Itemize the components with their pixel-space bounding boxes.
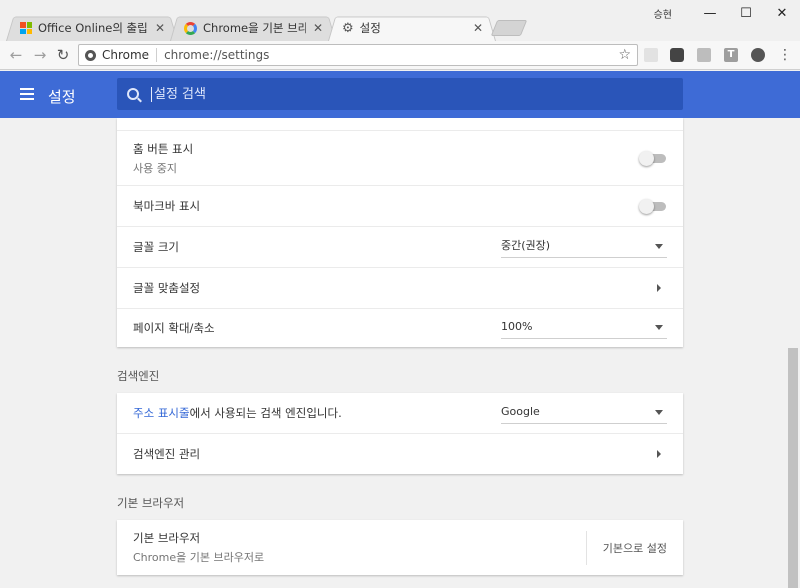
window-controls: 승현 — ☐ ✕: [654, 0, 800, 26]
tab-office-online[interactable]: Office Online의 출립 아 ✕: [6, 14, 178, 41]
bookmarks-bar-toggle[interactable]: [639, 199, 667, 214]
chevron-down-icon: [655, 410, 663, 415]
font-size-value: 중간(권장): [501, 239, 551, 252]
home-button-row[interactable]: 홈 버튼 표시 사용 중지: [117, 131, 683, 185]
customize-fonts-row[interactable]: 글꼴 맞춤설정: [117, 267, 683, 308]
default-browser-row: 기본 브라우저 Chrome을 기본 브라우저로 기본으로 설정: [117, 520, 683, 575]
page-zoom-title: 페이지 확대/축소: [133, 321, 215, 335]
profile-name[interactable]: 승현: [654, 6, 672, 21]
pocket-icon[interactable]: [670, 48, 684, 62]
browser-toolbar: ← → ↻ Chrome chrome://settings ☆ T ⋮: [0, 41, 800, 70]
tab-close-icon[interactable]: ✕: [472, 21, 484, 35]
maximize-icon[interactable]: ☐: [728, 6, 764, 21]
bookmarks-bar-row[interactable]: 북마크바 표시: [117, 185, 683, 226]
close-window-icon[interactable]: ✕: [764, 6, 800, 21]
search-engine-row: 주소 표시줄에서 사용되는 검색 엔진입니다. Google: [117, 393, 683, 433]
font-size-row: 글꼴 크기 중간(권장): [117, 226, 683, 267]
t-extension-icon[interactable]: T: [724, 48, 738, 62]
page-zoom-row: 페이지 확대/축소 100%: [117, 308, 683, 347]
url-text[interactable]: chrome://settings: [164, 48, 618, 62]
search-engine-section-title: 검색엔진: [117, 369, 160, 383]
tab-chrome-default-browser[interactable]: Chrome을 기본 브라우저 ✕: [170, 14, 336, 41]
scrollbar-thumb[interactable]: [788, 348, 798, 588]
tab-label: Office Online의 출립 아: [38, 21, 148, 35]
search-engine-card: 주소 표시줄에서 사용되는 검색 엔진입니다. Google 검색엔진 관리: [117, 393, 683, 474]
google-icon: [184, 21, 197, 35]
page-zoom-value: 100%: [501, 320, 533, 333]
forward-arrow-icon[interactable]: →: [30, 46, 50, 64]
chrome-page-icon: [85, 49, 96, 61]
tab-settings[interactable]: ⚙ 설정 ✕: [328, 14, 496, 41]
scrollbar[interactable]: [786, 118, 800, 588]
bookmark-star-icon[interactable]: ☆: [618, 47, 631, 63]
home-button-toggle[interactable]: [639, 151, 667, 166]
settings-search-input[interactable]: [151, 86, 651, 102]
page-title: 설정: [48, 88, 76, 106]
default-browser-section-title: 기본 브라우저: [117, 496, 185, 510]
search-engine-select[interactable]: Google: [501, 402, 667, 424]
address-bar-link[interactable]: 주소 표시줄: [133, 406, 190, 420]
page-zoom-select[interactable]: 100%: [501, 317, 667, 339]
back-arrow-icon[interactable]: ←: [6, 46, 26, 64]
reload-icon[interactable]: ↻: [53, 46, 73, 64]
new-tab-button[interactable]: [490, 20, 528, 36]
gear-icon: ⚙: [342, 20, 354, 36]
hamburger-menu-icon[interactable]: [20, 88, 34, 100]
search-icon: [127, 88, 139, 100]
settings-content: 홈 버튼 표시 사용 중지 북마크바 표시 글꼴 크기 중간(권장) 글꼴 맞춤…: [0, 118, 786, 588]
home-button-subtitle: 사용 중지: [133, 161, 177, 175]
settings-header: 설정: [0, 71, 800, 118]
tab-close-icon[interactable]: ✕: [312, 21, 324, 35]
omnibox-chip: Chrome: [102, 48, 158, 62]
manage-search-engines-title: 검색엔진 관리: [133, 447, 201, 461]
font-size-select[interactable]: 중간(권장): [501, 236, 667, 258]
default-browser-card: 기본 브라우저 Chrome을 기본 브라우저로 기본으로 설정: [117, 520, 683, 575]
chevron-down-icon: [655, 244, 663, 249]
address-bar[interactable]: Chrome chrome://settings ☆: [78, 44, 638, 66]
settings-search[interactable]: [117, 78, 683, 110]
default-browser-title: 기본 브라우저: [133, 531, 201, 545]
home-button-title: 홈 버튼 표시: [133, 141, 194, 156]
appearance-card: 홈 버튼 표시 사용 중지 북마크바 표시 글꼴 크기 중간(권장) 글꼴 맞춤…: [117, 118, 683, 347]
chevron-down-icon: [655, 325, 663, 330]
make-default-button[interactable]: 기본으로 설정: [585, 530, 667, 565]
evernote-icon[interactable]: [751, 48, 765, 62]
tab-label: 설정: [359, 21, 381, 35]
chevron-right-icon: [657, 284, 661, 292]
customize-fonts-title: 글꼴 맞춤설정: [133, 281, 201, 295]
minimize-icon[interactable]: —: [692, 6, 728, 21]
camera-icon[interactable]: [697, 48, 711, 62]
bookmarks-bar-title: 북마크바 표시: [133, 199, 201, 213]
chevron-right-icon: [657, 450, 661, 458]
extension-icon-1[interactable]: [644, 48, 658, 62]
default-browser-subtitle: Chrome을 기본 브라우저로: [133, 551, 265, 564]
search-engine-value: Google: [501, 405, 540, 418]
search-engine-description: 에서 사용되는 검색 엔진입니다.: [189, 406, 342, 420]
menu-dots-icon[interactable]: ⋮: [778, 47, 792, 63]
manage-search-engines-row[interactable]: 검색엔진 관리: [117, 433, 683, 474]
tab-close-icon[interactable]: ✕: [154, 21, 166, 35]
microsoft-icon: [20, 22, 32, 34]
title-bar: Office Online의 출립 아 ✕ Chrome을 기본 브라우저 ✕ …: [0, 0, 800, 41]
tab-label: Chrome을 기본 브라우저: [203, 21, 306, 35]
font-size-title: 글꼴 크기: [133, 240, 179, 254]
